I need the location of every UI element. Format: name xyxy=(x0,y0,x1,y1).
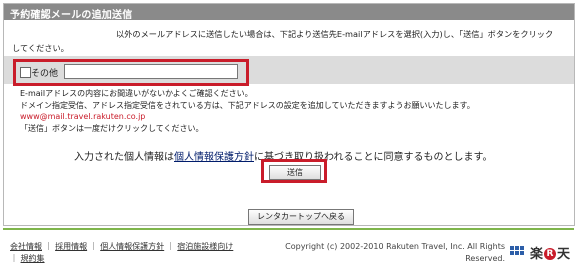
note-domain: ドメイン指定受信、アドレス指定受信をされている方は、下記アドレスの設定を追加して… xyxy=(20,100,475,110)
intro-text: 以外のメールアドレスに送信したい場合は、下記より送信先E-mailアドレスを選択… xyxy=(12,27,568,55)
other-checkbox[interactable] xyxy=(20,67,31,78)
notes-block: E-mailアドレスの内容にお間違いがないかよくご確認ください。 ドメイン指定受… xyxy=(20,88,475,134)
panel-title-bar: 予約確認メールの追加送信 xyxy=(4,4,574,21)
footer-link-recruit[interactable]: 採用情報 xyxy=(55,242,87,251)
intro-line-1: 以外のメールアドレスに送信したい場合は、下記より送信先E-mailアドレスを選択… xyxy=(116,29,554,39)
footer-divider xyxy=(3,228,574,230)
copyright: Copyright (c) 2002-2010 Rakuten Travel, … xyxy=(279,241,505,265)
note-confirm: E-mailアドレスの内容にお間違いがないかよくご確認ください。 xyxy=(20,89,253,98)
copyright-line-1: Copyright (c) 2002-2010 Rakuten Travel, … xyxy=(285,242,505,251)
consent-before: 入力された個人情報は xyxy=(74,152,174,163)
additional-send-panel: 予約確認メールの追加送信 以外のメールアドレスに送信したい場合は、下記より送信先… xyxy=(3,3,575,226)
footer-link-company[interactable]: 会社情報 xyxy=(10,242,42,251)
back-to-rentacar-top-button[interactable]: レンタカートップへ戻る xyxy=(248,209,354,225)
sender-email: www@mail.travel.rakuten.co.jp xyxy=(20,112,146,121)
send-button-highlight: 送信 xyxy=(261,159,327,183)
copyright-line-2: Reserved. xyxy=(465,254,505,263)
rakuten-logo: 楽R天 xyxy=(510,243,572,263)
other-address-highlight: その他 xyxy=(13,59,249,86)
logo-r-mark: R xyxy=(544,248,557,260)
other-address-row: その他 xyxy=(4,56,574,86)
other-checkbox-label: その他 xyxy=(31,69,59,79)
footer-link-terms[interactable]: 規約集 xyxy=(21,254,45,263)
logo-grid-icon xyxy=(510,246,524,255)
note-click-once: 「送信」ボタンは一度だけクリックしてください。 xyxy=(20,123,204,133)
intro-line-2: してください。 xyxy=(12,43,69,53)
footer-link-privacy[interactable]: 個人情報保護方針 xyxy=(100,242,164,251)
footer-link-hotel-partners[interactable]: 宿泊施設様向け xyxy=(177,242,233,251)
footer-links: 会社情報 ｜ 採用情報 ｜ 個人情報保護方針 ｜ 宿泊施設様向け｜ 規約集 xyxy=(10,242,234,263)
privacy-policy-link[interactable]: 個人情報保護方針 xyxy=(174,152,254,163)
logo-text: 楽R天 xyxy=(530,247,571,262)
panel-title: 予約確認メールの追加送信 xyxy=(10,10,133,21)
send-button[interactable]: 送信 xyxy=(269,165,321,180)
other-email-input[interactable] xyxy=(64,64,238,79)
